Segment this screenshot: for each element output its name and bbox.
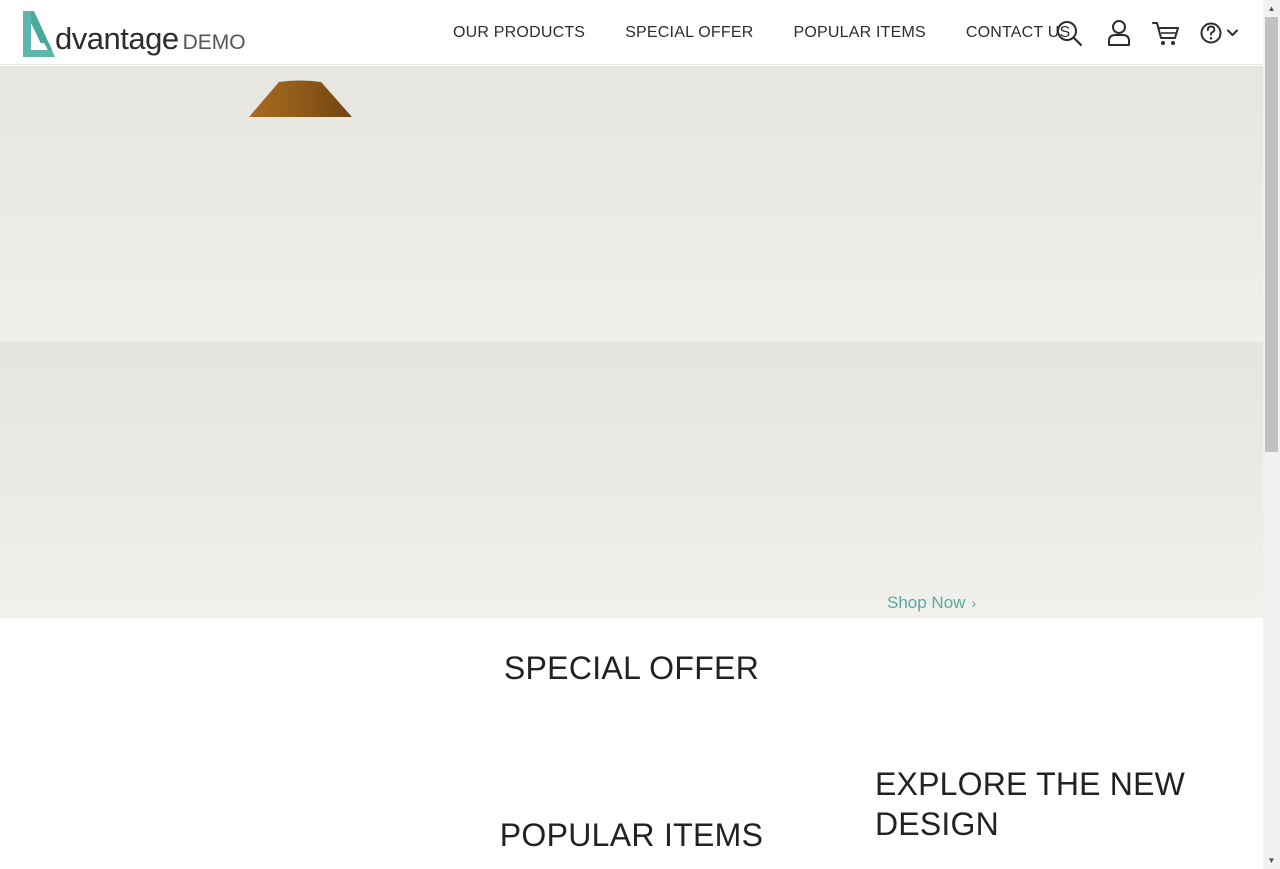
logo-mark-icon [22, 11, 56, 57]
shop-now-label: Shop Now [887, 593, 966, 612]
chevron-down-icon [1227, 29, 1238, 36]
logo-demo-text: DEMO [182, 31, 246, 54]
page: dvantage DEMO OUR PRODUCTS SPECIAL OFFER… [0, 0, 1263, 869]
scrollbar-thumb[interactable] [1265, 17, 1278, 452]
scroll-down-arrow-icon[interactable]: ▼ [1263, 852, 1280, 869]
hero-slide-lower [0, 342, 1263, 618]
hero-slide-upper [0, 66, 1263, 342]
hero-banner: Shop Now › [0, 66, 1263, 618]
main-nav: OUR PRODUCTS SPECIAL OFFER POPULAR ITEMS… [433, 0, 1090, 65]
user-icon[interactable] [1105, 19, 1133, 47]
shop-now-link[interactable]: Shop Now › [887, 593, 976, 613]
vertical-scrollbar[interactable]: ▲ ▼ [1263, 0, 1280, 869]
help-menu[interactable] [1199, 19, 1241, 47]
explore-line-1: EXPLORE THE NEW [875, 766, 1186, 802]
logo-text: dvantage [55, 21, 179, 56]
logo[interactable]: dvantage DEMO [22, 9, 246, 57]
special-offer-heading: SPECIAL OFFER [503, 650, 760, 686]
help-icon [1200, 22, 1222, 44]
popular-items-heading: POPULAR ITEMS [499, 817, 764, 853]
chevron-right-icon: › [971, 595, 977, 611]
search-icon[interactable] [1055, 19, 1083, 47]
site-header: dvantage DEMO OUR PRODUCTS SPECIAL OFFER… [0, 0, 1263, 65]
nav-popular-items[interactable]: POPULAR ITEMS [773, 24, 945, 42]
cart-icon[interactable] [1152, 19, 1180, 47]
scroll-up-arrow-icon[interactable]: ▲ [1263, 0, 1280, 17]
lamp-shade-image [249, 80, 352, 117]
nav-special-offer[interactable]: SPECIAL OFFER [605, 24, 773, 42]
nav-our-products[interactable]: OUR PRODUCTS [433, 24, 605, 42]
